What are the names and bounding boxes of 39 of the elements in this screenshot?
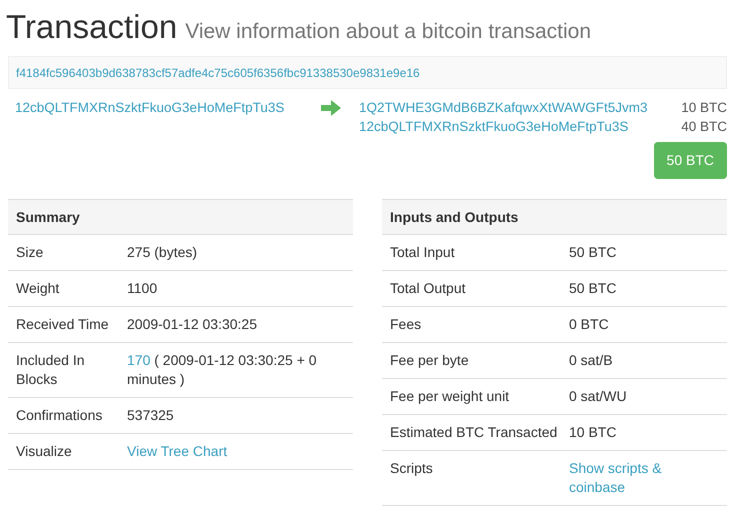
output-amount: 40 BTC [681,118,727,136]
row-label: Fees [390,315,422,334]
row-label: Total Input [390,243,456,262]
row-label: Fee per byte [390,351,470,370]
table-header: Summary [8,199,353,235]
cell-value: 50 BTC [569,243,618,262]
cell-value: 2009-01-12 03:30:25 [127,315,258,334]
table-header: Inputs and Outputs [382,199,727,235]
row-label: Total Output [390,279,466,298]
link[interactable]: 170 [127,352,150,368]
link[interactable]: View Tree Chart [127,442,277,461]
cell-value: 1100 [127,279,158,298]
row-label: Received Time [16,315,110,334]
row-label: Size [16,243,44,262]
cell-value: 537325 [127,406,175,425]
total-amount-badge: 50 BTC [654,142,727,179]
arrow-icon [321,100,341,116]
link[interactable]: Show scripts & coinbase [569,459,719,497]
cell-value: 0 sat/B [569,351,614,370]
cell-value: 0 BTC [569,315,610,334]
row-label: Fee per weight unit [390,387,510,406]
row-label: Visualize [16,442,73,461]
cell-value: 50 BTC [569,279,618,298]
cell-value: 10 BTC [569,423,618,442]
output-address-link[interactable]: 1Q2TWHE3GMdB6BZKafqwxXtWAWGFt5Jvm3 [359,98,648,117]
cell-value: 0 sat/WU [569,387,628,406]
page-title: Transaction [6,7,178,47]
output-address-link[interactable]: 12cbQLTFMXRnSzktFkuoG3eHoMeFtpTu3S [359,117,628,136]
cell-value: 170 ( 2009-01-12 03:30:25 + 0 minutes ) [127,351,318,389]
row-label: Weight [16,279,60,298]
cell-value: 275 (bytes) [127,243,198,262]
row-label: Included In Blocks [16,351,86,389]
transaction-hash-link[interactable]: f4184fc596403b9d638783cf57adfe4c75c605f6356fbc91338530e9831e9e16 [16,64,420,82]
row-label: Scripts [390,459,434,478]
row-label: Confirmations [16,406,104,425]
page-subtitle: View information about a bitcoin transaction [185,19,592,45]
output-amount: 10 BTC [681,99,727,117]
input-address-link[interactable]: 12cbQLTFMXRnSzktFkuoG3eHoMeFtpTu3S [15,98,313,117]
row-label: Estimated BTC Transacted [390,423,558,442]
